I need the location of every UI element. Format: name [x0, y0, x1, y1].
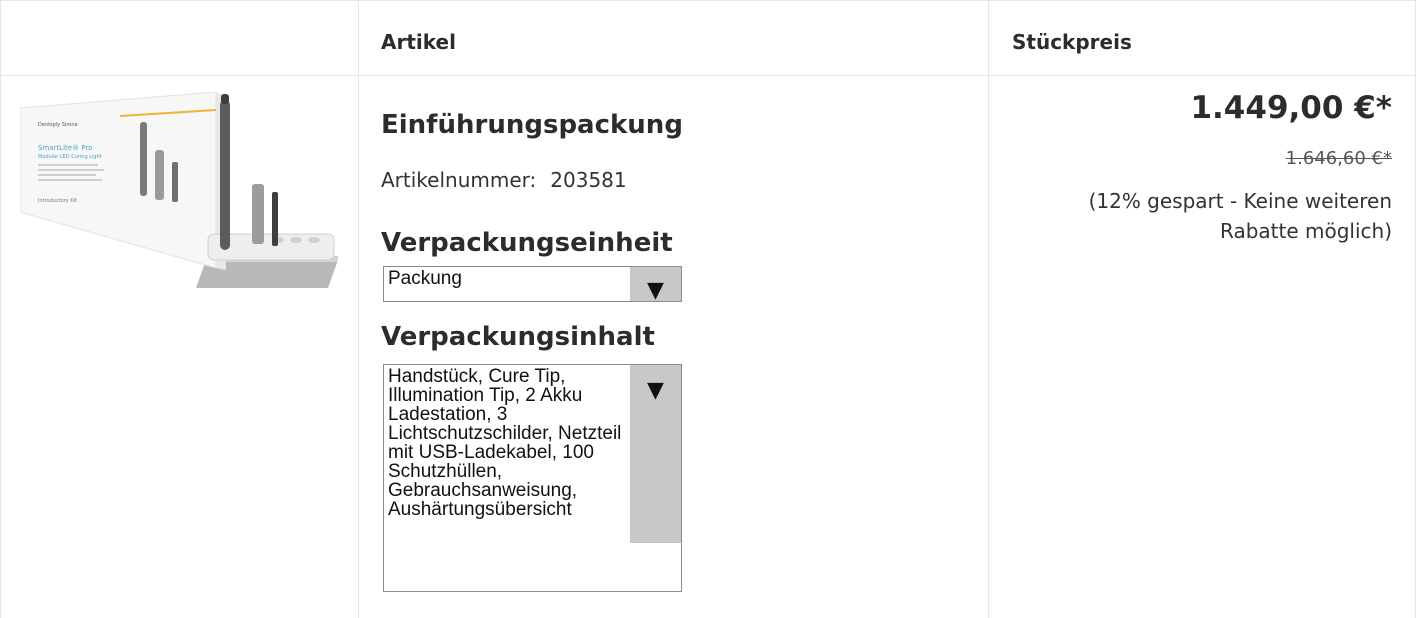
article-number-value: 203581 — [550, 168, 627, 192]
original-price: 1.646,60 €* — [1285, 148, 1392, 169]
column-divider-2 — [988, 0, 989, 618]
header-row-divider — [0, 75, 1416, 76]
article-number: Artikelnummer: 203581 — [381, 168, 627, 192]
svg-text:Introductory Kit: Introductory Kit — [38, 198, 77, 204]
header-unit-price: Stückpreis — [1012, 30, 1132, 54]
saving-note: (12% gespart - Keine weiteren Rabatte mö… — [1088, 189, 1392, 243]
svg-text:Modular LED Curing Light: Modular LED Curing Light — [38, 154, 102, 160]
column-divider-left — [0, 0, 1, 618]
packaging-content-select[interactable]: Handstück, Cure Tip, Illumination Tip, 2… — [383, 364, 682, 592]
column-divider-1 — [358, 0, 359, 618]
dropdown-arrow-icon[interactable]: ▼ — [630, 365, 681, 543]
product-title[interactable]: Einführungspackung — [381, 110, 683, 140]
header-article: Artikel — [381, 30, 456, 54]
packaging-unit-label: Verpackungseinheit — [381, 228, 673, 258]
product-box-illustration: Dentsply Sirona SmartLite® Pro Modular L… — [19, 91, 338, 288]
packaging-unit-select[interactable]: Packung ▼ — [383, 266, 682, 303]
current-price: 1.449,00 €* — [1190, 90, 1392, 126]
dropdown-arrow-icon[interactable]: ▼ — [630, 267, 681, 303]
packaging-unit-value: Packung — [388, 268, 462, 289]
product-image[interactable]: Dentsply Sirona SmartLite® Pro Modular L… — [19, 91, 340, 292]
packaging-content-value: Handstück, Cure Tip, Illumination Tip, 2… — [388, 366, 622, 520]
packaging-content-label: Verpackungsinhalt — [381, 322, 655, 352]
table-top-border — [0, 0, 1416, 1]
cart-table: Artikel Stückpreis Dentsply Sirona Smart… — [0, 0, 1416, 618]
svg-text:SmartLite® Pro: SmartLite® Pro — [38, 144, 92, 152]
svg-text:Dentsply Sirona: Dentsply Sirona — [38, 122, 78, 128]
article-number-label: Artikelnummer: — [381, 168, 537, 192]
